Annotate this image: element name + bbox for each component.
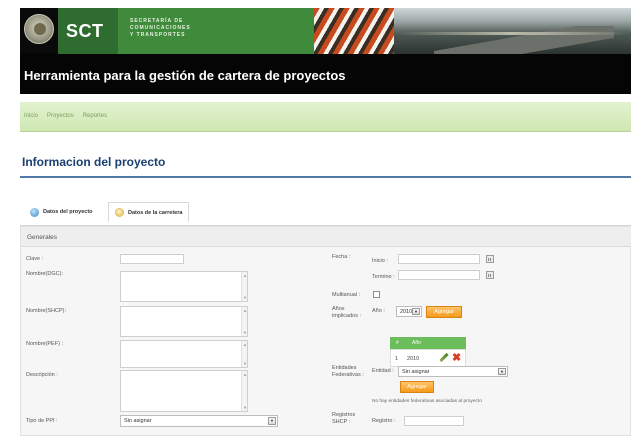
tipo-ppi-label: Tipo de PPI : — [26, 418, 58, 424]
banner-cones-image — [314, 8, 394, 54]
descripcion-field[interactable] — [120, 370, 248, 412]
nav-items: Inicio Proyectos Reportes — [24, 113, 107, 119]
nav-item-reportes[interactable]: Reportes — [83, 113, 107, 119]
dropdown-arrow-icon[interactable] — [412, 308, 420, 315]
dropdown-arrow-icon[interactable] — [268, 417, 276, 425]
dropdown-arrow-icon[interactable] — [498, 368, 506, 375]
inicio-label: Inicio : — [372, 258, 388, 264]
road-tab-icon — [115, 208, 124, 217]
nav-bar: Inicio Proyectos Reportes — [20, 102, 631, 132]
edit-icon[interactable] — [439, 353, 449, 363]
nombre-shcp-field[interactable] — [120, 306, 248, 337]
app-title: Herramienta para la gestión de cartera d… — [24, 68, 346, 83]
entidades-label: Entidades Federativas : — [332, 365, 364, 379]
nav-item-proyectos[interactable]: Proyectos — [47, 113, 74, 119]
inicio-date-field[interactable] — [398, 254, 480, 264]
registros-label-line: Registros — [332, 412, 356, 418]
panel-title: Generales — [27, 234, 57, 241]
grid-row-anio: 2010 — [407, 356, 420, 362]
page-title: Informacion del proyecto — [22, 155, 166, 169]
tab-label: Datos del proyecto — [43, 209, 93, 215]
descripcion-label: Descripción : — [26, 372, 58, 378]
tab-label: Datos de la carretera — [128, 209, 183, 216]
nombre-dgc-field[interactable] — [120, 271, 248, 302]
agregar-anio-button[interactable]: Agregar — [426, 306, 462, 318]
clave-field[interactable] — [120, 254, 184, 264]
page: SCT SECRETARÍA DE COMUNICACIONES Y TRANS… — [20, 8, 631, 436]
anios-label-line: implicados : — [332, 313, 362, 319]
tab-datos-carretera[interactable]: Datos de la carretera — [108, 202, 190, 222]
termino-date-field[interactable] — [398, 270, 480, 280]
tab-strip: Datos del proyecto Datos de la carretera — [20, 198, 631, 226]
registros-label-line: SHCP : — [332, 419, 351, 425]
nombre-pef-label: Nombre(PEF) : — [26, 341, 63, 347]
anios-label: Años implicados : — [332, 306, 361, 320]
entidades-label-line: Entidades — [332, 365, 357, 371]
termino-label: Termino : — [372, 274, 395, 280]
scrollbar[interactable] — [241, 341, 247, 367]
tipo-ppi-value: Sin asignar — [124, 418, 152, 424]
entidad-label: Entidad : — [372, 368, 394, 374]
multianual-label: Multianual : — [332, 292, 361, 298]
panel-header: Generales — [21, 227, 631, 247]
anios-grid-header: # Año — [390, 337, 466, 349]
grid-head-anio: Año — [412, 340, 421, 346]
generales-panel: Generales — [20, 226, 631, 436]
scrollbar[interactable] — [241, 307, 247, 336]
anio-value: 2010 — [400, 308, 413, 315]
nav-item-inicio[interactable]: Inicio — [24, 113, 38, 119]
multianual-checkbox[interactable] — [373, 291, 380, 298]
registro-field[interactable] — [404, 416, 464, 426]
calendar-icon[interactable] — [486, 271, 494, 279]
tab-datos-proyecto[interactable]: Datos del proyecto — [24, 202, 99, 222]
table-row: 1 2010 ✖ — [390, 349, 466, 367]
registros-label: Registros SHCP : — [332, 412, 355, 426]
entidad-select[interactable]: Sin asignar — [398, 366, 508, 377]
fecha-label: Fecha : — [332, 254, 351, 260]
secretaria-text: SECRETARÍA DE COMUNICACIONES Y TRANSPORT… — [130, 18, 191, 39]
title-divider — [20, 176, 631, 178]
entidades-empty-note: No hay entidades federativas asociadas a… — [372, 399, 482, 404]
nombre-pef-field[interactable] — [120, 340, 248, 368]
agregar-entidad-button[interactable]: Agregar — [400, 381, 434, 393]
calendar-icon[interactable] — [486, 255, 494, 263]
grid-row-num: 1 — [395, 356, 399, 362]
scrollbar[interactable] — [241, 272, 247, 301]
nombre-dgc-label: Nombre(DGC): — [26, 271, 63, 277]
entidades-label-line: Federativas : — [332, 372, 364, 378]
grid-head-num: # — [396, 340, 399, 346]
scrollbar[interactable] — [241, 371, 247, 411]
anio-label: Año : — [372, 308, 385, 314]
clave-label: Clave : — [26, 256, 44, 262]
tipo-ppi-select[interactable]: Sin asignar — [120, 415, 278, 427]
delete-icon[interactable]: ✖ — [452, 353, 462, 364]
secretaria-line: SECRETARÍA DE — [130, 18, 184, 24]
info-tab-icon — [30, 207, 39, 217]
entidad-value: Sin asignar — [402, 368, 430, 375]
registro-label: Registro : — [372, 418, 396, 424]
secretaria-line: Y TRANSPORTES — [130, 32, 186, 38]
nombre-shcp-label: Nombre(SHCP): — [26, 308, 67, 314]
anios-label-line: Años — [332, 306, 345, 312]
secretaria-line: COMUNICACIONES — [130, 25, 191, 31]
sct-logo: SCT — [66, 21, 104, 41]
anio-select[interactable]: 2010 — [396, 306, 422, 317]
banner-road-image — [394, 8, 631, 56]
seal-icon — [24, 14, 54, 44]
